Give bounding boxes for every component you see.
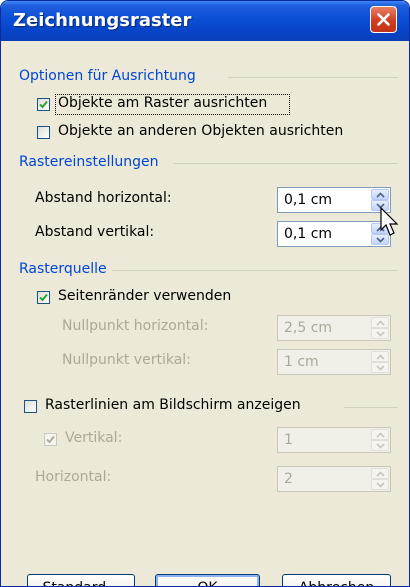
horizontal-spacing-value[interactable]: 0,1 cm: [284, 192, 332, 208]
snap-to-grid-checkbox[interactable]: [37, 98, 50, 111]
vertical-spacing-value[interactable]: 0,1 cm: [284, 226, 332, 242]
horizontal-origin-value[interactable]: 2,5 cm: [284, 320, 332, 336]
vertical-origin-value[interactable]: 1 cm: [284, 354, 319, 370]
checkmark-icon: [46, 435, 55, 444]
spin-down-button[interactable]: [371, 328, 389, 339]
chevron-up-icon: [375, 319, 385, 326]
dialog-window: Zeichnungsraster Optionen für Ausrichtun…: [0, 0, 410, 587]
section-alignment-header: Optionen für Ausrichtung: [19, 68, 196, 84]
horizontal-origin-spinner[interactable]: 2,5 cm: [277, 315, 391, 341]
chevron-down-icon: [375, 330, 385, 337]
section-grid-origin-header: Rasterquelle: [19, 261, 107, 277]
vertical-gridlines-spinner[interactable]: 1: [277, 427, 391, 453]
cancel-button[interactable]: Abbrechen: [282, 574, 391, 586]
ok-button[interactable]: OK: [155, 574, 260, 586]
chevron-up-icon: [375, 353, 385, 360]
section-grid-settings-header: Rastereinstellungen: [19, 154, 159, 170]
horizontal-gridlines-spinner[interactable]: 2: [277, 466, 391, 492]
vertical-origin-spinner[interactable]: 1 cm: [277, 349, 391, 375]
spin-up-button[interactable]: [371, 468, 389, 479]
checkmark-icon: [39, 100, 48, 109]
vertical-gridlines-value[interactable]: 1: [284, 432, 293, 448]
chevron-up-icon: [375, 470, 385, 477]
close-button[interactable]: [370, 6, 397, 33]
horizontal-gridlines-value[interactable]: 2: [284, 471, 293, 487]
horizontal-gridlines-label: Horizontal:: [35, 469, 112, 485]
mouse-pointer-icon: [380, 207, 399, 236]
close-icon: [377, 13, 390, 26]
section-divider: [228, 77, 398, 78]
show-gridlines-checkbox[interactable]: [24, 400, 37, 413]
dialog-title: Zeichnungsraster: [13, 10, 192, 31]
use-margins-checkbox[interactable]: [37, 291, 50, 304]
chevron-down-icon: [375, 364, 385, 371]
spin-down-button[interactable]: [371, 440, 389, 451]
chevron-down-icon: [375, 442, 385, 449]
title-bar[interactable]: Zeichnungsraster: [1, 1, 409, 41]
vertical-origin-label: Nullpunkt vertikal:: [62, 352, 191, 368]
section-divider: [344, 407, 398, 408]
spin-down-button[interactable]: [371, 479, 389, 490]
snap-to-objects-checkbox[interactable]: [37, 126, 50, 139]
horizontal-origin-label: Nullpunkt horizontal:: [62, 318, 209, 334]
vertical-gridlines-label[interactable]: Vertikal:: [65, 430, 122, 446]
spin-up-button[interactable]: [371, 429, 389, 440]
spin-down-button[interactable]: [371, 362, 389, 373]
dialog-body: Optionen für Ausrichtung Objekte am Rast…: [4, 41, 406, 586]
horizontal-spacing-label: Abstand horizontal:: [35, 190, 172, 206]
chevron-down-icon: [375, 481, 385, 488]
section-divider: [112, 270, 398, 271]
snap-to-grid-label[interactable]: Objekte am Raster ausrichten: [58, 95, 267, 111]
show-gridlines-label[interactable]: Rasterlinien am Bildschirm anzeigen: [45, 397, 301, 413]
spin-up-button[interactable]: [371, 351, 389, 362]
vertical-gridlines-checkbox[interactable]: [44, 433, 57, 446]
section-divider: [174, 163, 398, 164]
spin-up-button[interactable]: [371, 317, 389, 328]
horizontal-spacing-spinner[interactable]: 0,1 cm: [277, 187, 391, 213]
vertical-spacing-label: Abstand vertikal:: [35, 224, 155, 240]
use-margins-label[interactable]: Seitenränder verwenden: [58, 288, 231, 304]
spin-up-button[interactable]: [371, 189, 389, 200]
chevron-up-icon: [375, 431, 385, 438]
standard-button[interactable]: Standard...: [27, 574, 135, 586]
snap-to-objects-label[interactable]: Objekte an anderen Objekten ausrichten: [58, 123, 343, 139]
chevron-up-icon: [375, 191, 385, 198]
checkmark-icon: [39, 293, 48, 302]
vertical-spacing-spinner[interactable]: 0,1 cm: [277, 221, 391, 247]
